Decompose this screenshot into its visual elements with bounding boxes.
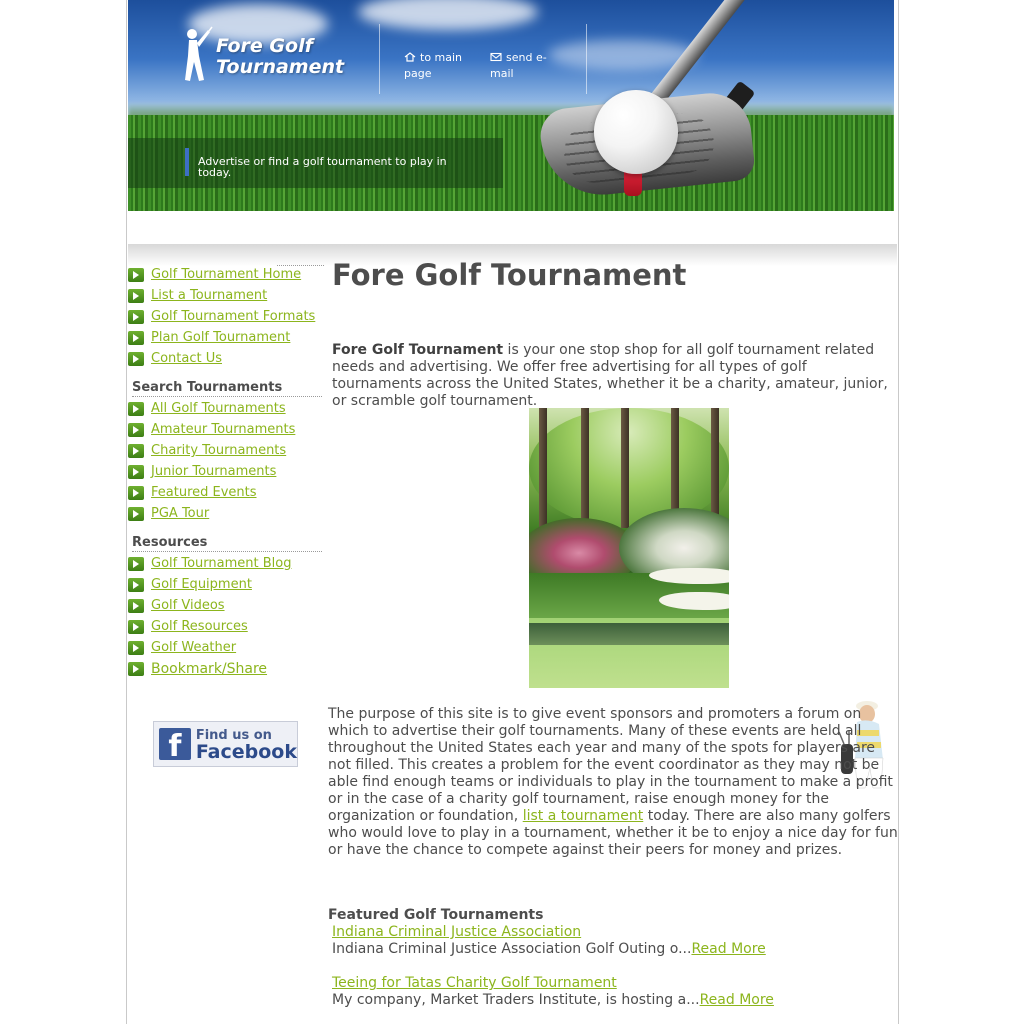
arrow-right-icon <box>128 641 144 655</box>
nav-item-pga-tour[interactable]: PGA Tour <box>127 505 327 526</box>
search-tournaments-heading: Search Tournaments <box>132 380 322 397</box>
nav-link[interactable]: Golf Equipment <box>151 576 252 594</box>
list-tournament-link[interactable]: list a tournament <box>523 808 644 824</box>
nav-link[interactable]: Golf Videos <box>151 597 225 615</box>
site-header-banner: Fore Golf Tournament to main page send e… <box>128 0 894 211</box>
golf-course-photo <box>529 408 729 688</box>
facebook-badge-line2: Facebook <box>195 741 297 763</box>
nav-link[interactable]: Junior Tournaments <box>151 463 276 481</box>
nav-link[interactable]: Amateur Tournaments <box>151 421 295 439</box>
arrow-right-icon <box>128 507 144 521</box>
golf-ball <box>594 90 678 174</box>
nav-item-plan-golf-tournament[interactable]: Plan Golf Tournament <box>127 329 327 350</box>
featured-tournament-item: Indiana Criminal Justice Association Ind… <box>332 924 766 958</box>
resources-heading: Resources <box>132 535 322 552</box>
nav-link[interactable]: Golf Weather <box>151 639 236 657</box>
search-nav: All Golf Tournaments Amateur Tournaments… <box>127 400 327 526</box>
nav-link[interactable]: Golf Resources <box>151 618 248 636</box>
facebook-icon: f <box>159 728 191 760</box>
arrow-right-icon <box>128 662 144 676</box>
tagline-box: Advertise or find a golf tournament to p… <box>128 138 503 188</box>
logo-text-line2: Tournament <box>216 56 345 78</box>
purpose-paragraph: The purpose of this site is to give even… <box>328 706 898 859</box>
sky-cloud <box>358 0 538 30</box>
resources-nav: Golf Tournament Blog Golf Equipment Golf… <box>127 555 327 681</box>
nav-item-golf-equipment[interactable]: Golf Equipment <box>127 576 327 597</box>
nav-link[interactable]: Featured Events <box>151 484 257 502</box>
nav-item-golf-weather[interactable]: Golf Weather <box>127 639 327 660</box>
arrow-right-icon <box>128 465 144 479</box>
nav-link[interactable]: Golf Tournament Home <box>151 266 301 284</box>
nav-item-featured-events[interactable]: Featured Events <box>127 484 327 505</box>
arrow-right-icon <box>128 352 144 366</box>
purpose-text-1: The purpose of this site is to give even… <box>328 706 893 824</box>
nav-item-golf-resources[interactable]: Golf Resources <box>127 618 327 639</box>
arrow-right-icon <box>128 402 144 416</box>
featured-tournaments-heading: Featured Golf Tournaments <box>328 907 544 923</box>
arrow-right-icon <box>128 620 144 634</box>
facebook-badge[interactable]: f Find us on Facebook <box>153 721 298 767</box>
arrow-right-icon <box>128 268 144 282</box>
header-tagline: Advertise or find a golf tournament to p… <box>198 155 447 179</box>
main-page-link[interactable]: to main page <box>404 50 476 82</box>
arrow-right-icon <box>128 599 144 613</box>
featured-tournament-title-link[interactable]: Teeing for Tatas Charity Golf Tournament <box>332 975 774 992</box>
arrow-right-icon <box>128 486 144 500</box>
arrow-right-icon <box>128 578 144 592</box>
intro-bold: Fore Golf Tournament <box>332 342 504 358</box>
main-nav: Golf Tournament Home List a Tournament G… <box>127 266 327 371</box>
nav-item-junior-tournaments[interactable]: Junior Tournaments <box>127 463 327 484</box>
nav-item-charity-tournaments[interactable]: Charity Tournaments <box>127 442 327 463</box>
featured-tournament-item: Teeing for Tatas Charity Golf Tournament… <box>332 975 774 1009</box>
featured-tournament-desc: My company, Market Traders Institute, is… <box>332 992 700 1008</box>
nav-item-golf-tournament-formats[interactable]: Golf Tournament Formats <box>127 308 327 329</box>
page-container: Fore Golf Tournament to main page send e… <box>126 0 899 1024</box>
arrow-right-icon <box>128 310 144 324</box>
nav-link[interactable]: Plan Golf Tournament <box>151 329 290 347</box>
nav-link[interactable]: List a Tournament <box>151 287 267 305</box>
nav-item-bookmark-share[interactable]: Bookmark/Share <box>127 660 327 681</box>
nav-link[interactable]: Golf Tournament Formats <box>151 308 315 326</box>
nav-link[interactable]: PGA Tour <box>151 505 209 523</box>
send-email-link[interactable]: send e-mail <box>490 50 560 82</box>
nav-item-contact-us[interactable]: Contact Us <box>127 350 327 371</box>
arrow-right-icon <box>128 557 144 571</box>
page-title: Fore Golf Tournament <box>332 258 687 292</box>
sidebar: Golf Tournament Home List a Tournament G… <box>127 266 327 681</box>
arrow-right-icon <box>128 423 144 437</box>
golfer-silhouette-icon <box>185 26 213 81</box>
nav-item-all-golf-tournaments[interactable]: All Golf Tournaments <box>127 400 327 421</box>
arrow-right-icon <box>128 331 144 345</box>
arrow-right-icon <box>128 444 144 458</box>
nav-link[interactable]: Golf Tournament Blog <box>151 555 291 573</box>
arrow-right-icon <box>128 289 144 303</box>
envelope-icon <box>490 52 502 62</box>
nav-item-list-a-tournament[interactable]: List a Tournament <box>127 287 327 308</box>
tagline-accent-bar <box>185 148 189 176</box>
nav-link[interactable]: Charity Tournaments <box>151 442 286 460</box>
intro-paragraph: Fore Golf Tournament is your one stop sh… <box>332 342 892 410</box>
nav-item-golf-tournament-blog[interactable]: Golf Tournament Blog <box>127 555 327 576</box>
site-logo[interactable]: Fore Golf Tournament <box>178 26 344 84</box>
featured-tournament-desc: Indiana Criminal Justice Association Gol… <box>332 941 692 957</box>
read-more-link[interactable]: Read More <box>691 941 765 957</box>
nav-link[interactable]: All Golf Tournaments <box>151 400 286 418</box>
tree-trunk <box>621 408 629 528</box>
home-icon <box>404 52 416 62</box>
read-more-link[interactable]: Read More <box>700 992 774 1008</box>
header-divider <box>586 24 587 94</box>
nav-link[interactable]: Bookmark/Share <box>151 660 267 678</box>
nav-item-amateur-tournaments[interactable]: Amateur Tournaments <box>127 421 327 442</box>
logo-text-line1: Fore Golf <box>216 35 313 57</box>
nav-item-golf-videos[interactable]: Golf Videos <box>127 597 327 618</box>
header-divider <box>379 24 380 94</box>
nav-link[interactable]: Contact Us <box>151 350 222 368</box>
nav-item-golf-tournament-home[interactable]: Golf Tournament Home <box>127 266 327 287</box>
pond <box>529 623 729 645</box>
featured-tournament-title-link[interactable]: Indiana Criminal Justice Association <box>332 924 766 941</box>
